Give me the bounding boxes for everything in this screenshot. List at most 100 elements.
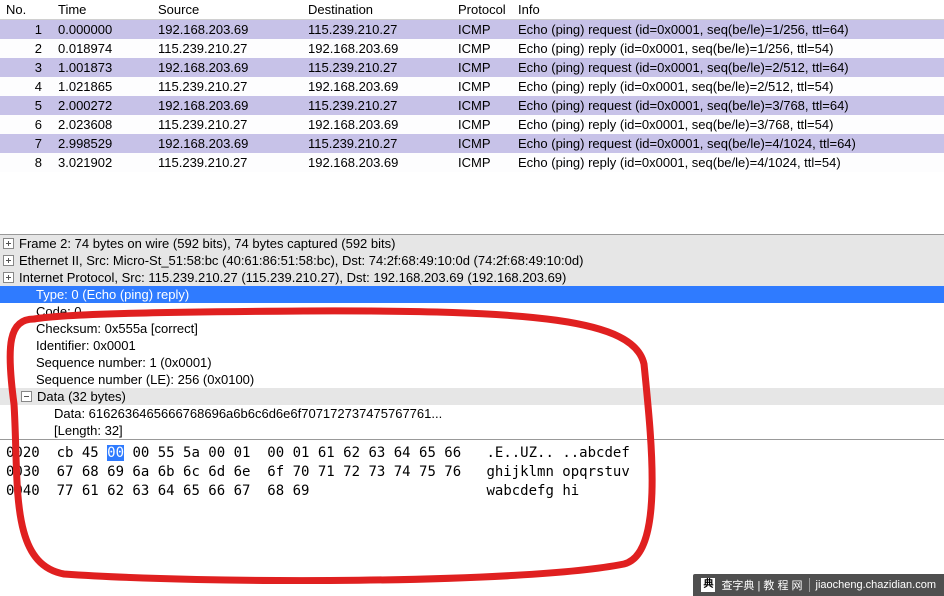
table-row[interactable]: 10.000000192.168.203.69115.239.210.27ICM… xyxy=(0,20,944,40)
cell-src: 115.239.210.27 xyxy=(152,77,302,96)
cell-dst: 192.168.203.69 xyxy=(302,153,452,172)
col-header-src[interactable]: Source xyxy=(152,0,302,20)
col-header-proto[interactable]: Protocol xyxy=(452,0,512,20)
detail-icmp-code[interactable]: Code: 0 xyxy=(0,303,944,320)
cell-info: Echo (ping) reply (id=0x0001, seq(be/le)… xyxy=(512,77,944,96)
cell-proto: ICMP xyxy=(452,20,512,40)
packet-table: No. Time Source Destination Protocol Inf… xyxy=(0,0,944,172)
watermark: 典 查字典 | 教 程 网 jiaocheng.chazidian.com xyxy=(693,574,944,596)
expand-icon[interactable] xyxy=(3,238,14,249)
detail-data-value[interactable]: Data: 6162636465666768696a6b6c6d6e6f7071… xyxy=(0,405,944,422)
cell-dst: 192.168.203.69 xyxy=(302,115,452,134)
watermark-brand: 查字典 | 教 程 网 xyxy=(721,577,802,593)
detail-icmp-seq-text: Sequence number: 1 (0x0001) xyxy=(36,355,212,370)
detail-data-value-text: Data: 6162636465666768696a6b6c6d6e6f7071… xyxy=(54,406,442,421)
cell-no: 4 xyxy=(0,77,52,96)
detail-ethernet[interactable]: Ethernet II, Src: Micro-St_51:58:bc (40:… xyxy=(0,252,944,269)
col-header-info[interactable]: Info xyxy=(512,0,944,20)
detail-icmp-seq-le-text: Sequence number (LE): 256 (0x0100) xyxy=(36,372,254,387)
detail-frame-text: Frame 2: 74 bytes on wire (592 bits), 74… xyxy=(19,236,395,251)
cell-no: 3 xyxy=(0,58,52,77)
detail-data-header[interactable]: Data (32 bytes) xyxy=(0,388,944,405)
table-row[interactable]: 72.998529192.168.203.69115.239.210.27ICM… xyxy=(0,134,944,153)
cell-info: Echo (ping) reply (id=0x0001, seq(be/le)… xyxy=(512,153,944,172)
detail-data-header-text: Data (32 bytes) xyxy=(37,389,126,404)
cell-src: 115.239.210.27 xyxy=(152,39,302,58)
cell-proto: ICMP xyxy=(452,134,512,153)
hex-offset: 0040 xyxy=(6,483,40,499)
table-row[interactable]: 41.021865115.239.210.27192.168.203.69ICM… xyxy=(0,77,944,96)
watermark-url: jiaocheng.chazidian.com xyxy=(816,579,936,591)
cell-time: 1.021865 xyxy=(52,77,152,96)
detail-icmp-type[interactable]: Type: 0 (Echo (ping) reply) xyxy=(0,286,944,303)
cell-time: 2.023608 xyxy=(52,115,152,134)
cell-proto: ICMP xyxy=(452,58,512,77)
cell-no: 6 xyxy=(0,115,52,134)
hex-ascii: .E..UZ.. ..abcdef xyxy=(486,445,629,461)
cell-time: 2.000272 xyxy=(52,96,152,115)
packet-details: Frame 2: 74 bytes on wire (592 bits), 74… xyxy=(0,234,944,439)
hex-pane[interactable]: 0020 cb 45 00 00 55 5a 00 01 00 01 61 62… xyxy=(0,439,944,505)
detail-icmp-checksum-text: Checksum: 0x555a [correct] xyxy=(36,321,198,336)
cell-src: 192.168.203.69 xyxy=(152,20,302,40)
hex-ascii: ghijklmn opqrstuv xyxy=(486,464,629,480)
detail-icmp-code-text: Code: 0 xyxy=(36,304,82,319)
cell-no: 8 xyxy=(0,153,52,172)
detail-ip[interactable]: Internet Protocol, Src: 115.239.210.27 (… xyxy=(0,269,944,286)
cell-info: Echo (ping) reply (id=0x0001, seq(be/le)… xyxy=(512,39,944,58)
cell-proto: ICMP xyxy=(452,96,512,115)
cell-src: 115.239.210.27 xyxy=(152,115,302,134)
hex-offset: 0030 xyxy=(6,464,40,480)
cell-src: 192.168.203.69 xyxy=(152,96,302,115)
cell-info: Echo (ping) request (id=0x0001, seq(be/l… xyxy=(512,96,944,115)
table-row[interactable]: 62.023608115.239.210.27192.168.203.69ICM… xyxy=(0,115,944,134)
cell-dst: 192.168.203.69 xyxy=(302,39,452,58)
cell-dst: 115.239.210.27 xyxy=(302,96,452,115)
cell-no: 1 xyxy=(0,20,52,40)
expand-icon[interactable] xyxy=(3,255,14,266)
cell-proto: ICMP xyxy=(452,39,512,58)
cell-no: 7 xyxy=(0,134,52,153)
cell-proto: ICMP xyxy=(452,153,512,172)
table-row[interactable]: 20.018974115.239.210.27192.168.203.69ICM… xyxy=(0,39,944,58)
cell-proto: ICMP xyxy=(452,115,512,134)
cell-dst: 115.239.210.27 xyxy=(302,20,452,40)
cell-src: 115.239.210.27 xyxy=(152,153,302,172)
hex-highlight: 00 xyxy=(107,445,124,461)
table-row[interactable]: 52.000272192.168.203.69115.239.210.27ICM… xyxy=(0,96,944,115)
col-header-no[interactable]: No. xyxy=(0,0,52,20)
hex-ascii: wabcdefg hi xyxy=(486,483,579,499)
cell-time: 2.998529 xyxy=(52,134,152,153)
detail-icmp-identifier[interactable]: Identifier: 0x0001 xyxy=(0,337,944,354)
table-row[interactable]: 31.001873192.168.203.69115.239.210.27ICM… xyxy=(0,58,944,77)
cell-info: Echo (ping) request (id=0x0001, seq(be/l… xyxy=(512,134,944,153)
table-row[interactable]: 83.021902115.239.210.27192.168.203.69ICM… xyxy=(0,153,944,172)
cell-info: Echo (ping) request (id=0x0001, seq(be/l… xyxy=(512,20,944,40)
col-header-dst[interactable]: Destination xyxy=(302,0,452,20)
collapse-icon[interactable] xyxy=(21,391,32,402)
cell-no: 2 xyxy=(0,39,52,58)
detail-data-length-text: [Length: 32] xyxy=(54,423,123,438)
detail-icmp-checksum[interactable]: Checksum: 0x555a [correct] xyxy=(0,320,944,337)
cell-time: 0.018974 xyxy=(52,39,152,58)
detail-ethernet-text: Ethernet II, Src: Micro-St_51:58:bc (40:… xyxy=(19,253,583,268)
detail-frame[interactable]: Frame 2: 74 bytes on wire (592 bits), 74… xyxy=(0,235,944,252)
cell-dst: 115.239.210.27 xyxy=(302,58,452,77)
watermark-logo-icon: 典 xyxy=(701,578,715,592)
detail-icmp-type-text: Type: 0 (Echo (ping) reply) xyxy=(36,287,189,302)
cell-time: 1.001873 xyxy=(52,58,152,77)
cell-info: Echo (ping) reply (id=0x0001, seq(be/le)… xyxy=(512,115,944,134)
cell-time: 0.000000 xyxy=(52,20,152,40)
cell-no: 5 xyxy=(0,96,52,115)
detail-ip-text: Internet Protocol, Src: 115.239.210.27 (… xyxy=(19,270,566,285)
cell-src: 192.168.203.69 xyxy=(152,134,302,153)
cell-dst: 115.239.210.27 xyxy=(302,134,452,153)
expand-icon[interactable] xyxy=(3,272,14,283)
cell-src: 192.168.203.69 xyxy=(152,58,302,77)
cell-info: Echo (ping) request (id=0x0001, seq(be/l… xyxy=(512,58,944,77)
cell-dst: 192.168.203.69 xyxy=(302,77,452,96)
col-header-time[interactable]: Time xyxy=(52,0,152,20)
detail-icmp-seq[interactable]: Sequence number: 1 (0x0001) xyxy=(0,354,944,371)
detail-icmp-seq-le[interactable]: Sequence number (LE): 256 (0x0100) xyxy=(0,371,944,388)
detail-data-length[interactable]: [Length: 32] xyxy=(0,422,944,439)
